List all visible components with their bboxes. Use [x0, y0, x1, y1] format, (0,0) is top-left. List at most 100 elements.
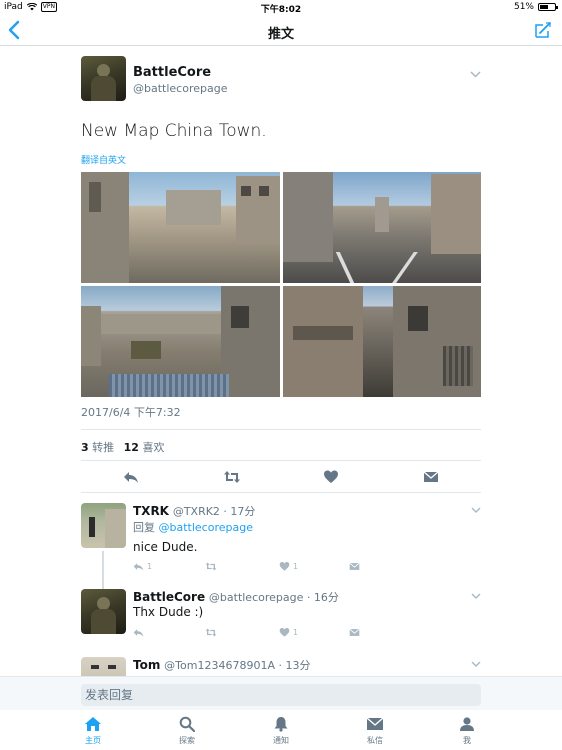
tab-home[interactable]: 主页: [68, 716, 118, 746]
reply-author-name[interactable]: TXRK: [133, 504, 169, 518]
status-time: 下午8:02: [260, 5, 302, 15]
battery-percent: 51%: [513, 2, 534, 12]
mail-icon: [349, 562, 360, 570]
retweet-count-label[interactable]: 转推: [92, 441, 114, 454]
tweet-text: New Map China Town.: [81, 121, 267, 141]
tweet-menu-button[interactable]: [470, 68, 481, 81]
reply-menu-button[interactable]: [471, 505, 481, 516]
reply-button[interactable]: 1: [133, 561, 152, 572]
heart-icon: [279, 562, 290, 571]
reply-icon: [133, 629, 144, 637]
media-image-4[interactable]: [283, 286, 481, 397]
reply-to-handle[interactable]: @battlecorepage: [159, 521, 253, 534]
tweet-actions: [81, 461, 481, 493]
reply-menu-button[interactable]: [471, 659, 481, 670]
like-count: 1: [293, 562, 299, 571]
tab-label: 通知: [273, 736, 289, 745]
compose-tweet-button[interactable]: [534, 21, 552, 39]
avatar[interactable]: [81, 589, 126, 634]
reply-actions: 1: [133, 627, 373, 641]
author-handle[interactable]: @battlecorepage: [133, 82, 227, 95]
mail-icon: [366, 717, 384, 730]
media-image-2[interactable]: [283, 172, 481, 283]
retweet-button[interactable]: [205, 627, 217, 638]
battery-icon: [538, 3, 558, 11]
reply-compose-bar: [0, 676, 562, 710]
reply-count: 1: [147, 562, 153, 571]
retweet-button[interactable]: [223, 469, 240, 485]
tab-label: 主页: [85, 736, 101, 745]
avatar[interactable]: [81, 503, 126, 548]
reply-icon: [124, 472, 138, 483]
nav-bar: 推文: [0, 16, 562, 46]
tab-label: 我: [463, 736, 471, 745]
avatar[interactable]: [81, 657, 126, 676]
bell-icon: [274, 717, 288, 732]
tweet-author[interactable]: BattleCore @battlecorepage: [133, 65, 227, 95]
tab-messages[interactable]: 私信: [350, 716, 400, 746]
reply-menu-button[interactable]: [471, 591, 481, 602]
home-icon: [85, 717, 101, 731]
reply-actions: 1 1: [133, 561, 373, 575]
media-image-1[interactable]: [81, 172, 280, 283]
tweet-timestamp: 2017/6/4 下午7:32: [81, 406, 181, 419]
reply-icon: [133, 563, 144, 571]
retweet-icon: [224, 471, 240, 483]
mail-icon: [349, 628, 360, 636]
reply-text: Thx Dude :): [133, 605, 204, 619]
tab-label: 私信: [367, 736, 383, 745]
reply-author-name[interactable]: BattleCore: [133, 590, 205, 604]
chevron-down-icon: [470, 71, 481, 78]
direct-message-button[interactable]: [349, 561, 360, 572]
person-icon: [460, 717, 474, 731]
like-count: 1: [293, 628, 299, 637]
like-button[interactable]: 1: [279, 561, 298, 572]
tweet-stats: 3 转推 12 喜欢: [81, 429, 481, 461]
mail-icon: [423, 471, 439, 482]
main-tweet: BattleCore @battlecorepage New Map China…: [81, 56, 481, 493]
tab-label: 探索: [179, 736, 195, 745]
page-title: 推文: [267, 27, 294, 42]
retweet-icon: [205, 562, 217, 571]
reply-handle-time[interactable]: @battlecorepage · 16分: [209, 591, 339, 604]
like-button[interactable]: [323, 469, 339, 485]
reply-to-prefix: 回复: [133, 521, 155, 534]
avatar[interactable]: [81, 56, 126, 101]
translate-link[interactable]: 翻译自英文: [81, 153, 126, 166]
search-icon: [179, 716, 195, 732]
reply-handle-time[interactable]: @TXRK2 · 17分: [173, 505, 256, 518]
tab-me[interactable]: 我: [442, 716, 492, 746]
like-count-label[interactable]: 喜欢: [142, 441, 164, 454]
chevron-down-icon: [471, 507, 481, 513]
retweet-icon: [205, 628, 217, 637]
chevron-down-icon: [471, 593, 481, 599]
tab-explore[interactable]: 探索: [162, 716, 212, 746]
battery-level-fill: [540, 5, 548, 9]
compose-icon: [535, 22, 551, 38]
reply-tweet[interactable]: TXRK @TXRK2 · 17分 回复 @battlecorepage nic…: [81, 503, 481, 575]
reply-author-name[interactable]: Tom: [133, 658, 160, 672]
thread-line: [102, 551, 104, 589]
reply-handle-time[interactable]: @Tom1234678901A · 13分: [164, 659, 310, 672]
reply-button[interactable]: [133, 627, 144, 638]
heart-icon: [324, 470, 338, 483]
reply-tweet[interactable]: Tom @Tom1234678901A · 13分: [81, 657, 481, 676]
heart-icon: [279, 628, 290, 637]
reply-input[interactable]: [81, 684, 481, 706]
status-bar: iPad VPN 下午8:02 51%: [0, 0, 562, 16]
reply-to: 回复 @battlecorepage: [133, 519, 253, 535]
retweet-count[interactable]: 3: [81, 441, 89, 454]
media-grid: [81, 172, 481, 397]
direct-message-button[interactable]: [349, 627, 360, 638]
reply-text: nice Dude.: [133, 540, 198, 554]
direct-message-button[interactable]: [423, 469, 439, 485]
reply-button[interactable]: [123, 469, 139, 485]
tab-notifications[interactable]: 通知: [256, 716, 306, 746]
reply-tweet[interactable]: BattleCore @battlecorepage · 16分 Thx Dud…: [81, 589, 481, 645]
media-image-3[interactable]: [81, 286, 280, 397]
like-button[interactable]: 1: [279, 627, 298, 638]
like-count[interactable]: 12: [124, 441, 139, 454]
retweet-button[interactable]: [205, 561, 217, 572]
chevron-down-icon: [471, 661, 481, 667]
author-name[interactable]: BattleCore: [133, 65, 227, 80]
